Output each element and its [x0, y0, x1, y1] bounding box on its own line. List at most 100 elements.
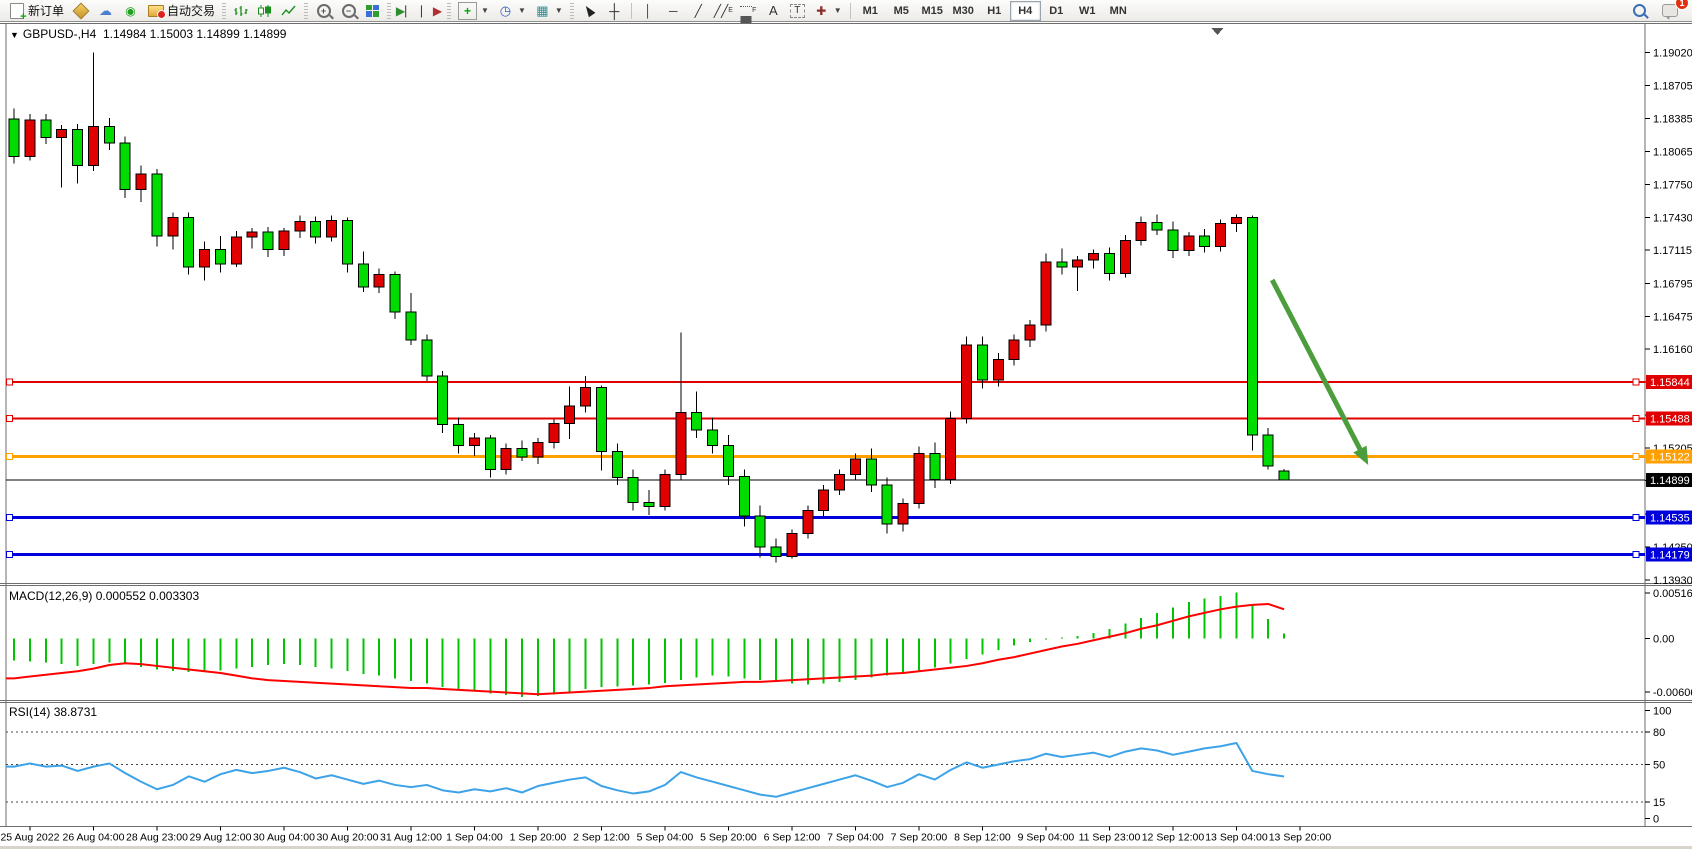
price-axis: 1.190201.187051.183851.180651.177501.174…: [1645, 48, 1692, 587]
vertical-line-icon: │: [640, 3, 657, 19]
macd-values: 0.000552 0.003303: [96, 589, 199, 603]
tf-h4[interactable]: H4: [1010, 1, 1041, 21]
svg-text:1.15844: 1.15844: [1650, 377, 1690, 389]
tf-m30[interactable]: M30: [948, 1, 979, 21]
zoom-out-button[interactable]: −: [336, 1, 361, 21]
trend-arrow-annotation[interactable]: [1272, 280, 1368, 465]
toolbar-grip: [447, 3, 451, 19]
line-chart-button[interactable]: [277, 1, 301, 21]
svg-text:1.18705: 1.18705: [1653, 80, 1692, 92]
arrows-button[interactable]: ✚▼: [809, 1, 846, 21]
svg-text:8 Sep 12:00: 8 Sep 12:00: [954, 832, 1011, 844]
collapse-icon[interactable]: ▼: [10, 30, 19, 40]
tf-m1[interactable]: M1: [855, 1, 886, 21]
svg-text:15: 15: [1653, 797, 1665, 809]
svg-text:1.16160: 1.16160: [1653, 344, 1692, 356]
chevron-down-icon: ▼: [518, 6, 526, 15]
styler-button[interactable]: [68, 1, 93, 21]
svg-text:50: 50: [1653, 760, 1665, 772]
macd-indicator-label: MACD(12,26,9) 0.000552 0.003303: [9, 589, 199, 603]
search-button[interactable]: [1629, 1, 1650, 21]
svg-text:1.19020: 1.19020: [1653, 48, 1692, 60]
signals-button[interactable]: ◉: [118, 1, 143, 21]
channel-icon: ╱╱E: [715, 3, 732, 19]
vertical-line-button[interactable]: │: [636, 1, 661, 21]
rsi-line: [6, 743, 1284, 797]
channel-button[interactable]: ╱╱E: [711, 1, 736, 21]
chart-canvas[interactable]: 1.190201.187051.183851.180651.177501.174…: [0, 23, 1692, 849]
svg-text:7 Sep 04:00: 7 Sep 04:00: [827, 832, 884, 844]
svg-text:29 Aug 12:00: 29 Aug 12:00: [190, 832, 252, 844]
clock-icon: ◷: [497, 3, 514, 19]
tf-mn[interactable]: MN: [1103, 1, 1134, 21]
svg-text:13 Sep 20:00: 13 Sep 20:00: [1269, 832, 1332, 844]
text-label-button[interactable]: T: [786, 1, 809, 21]
periods-button[interactable]: ◷▼: [493, 1, 530, 21]
indicators-button[interactable]: +▼: [454, 1, 493, 21]
chart-shift-marker[interactable]: [1211, 28, 1223, 35]
svg-text:0: 0: [1653, 813, 1659, 825]
tile-windows-button[interactable]: [361, 1, 384, 21]
candlestick-button[interactable]: [253, 1, 277, 21]
symbol-label: GBPUSD-,H4: [23, 27, 96, 41]
rsi-indicator-label: RSI(14) 38.8731: [9, 705, 97, 719]
date-axis: 25 Aug 2022 26 Aug 04:0028 Aug 23:0029 Au…: [0, 827, 1331, 844]
svg-text:1.16475: 1.16475: [1653, 311, 1692, 323]
tf-m5[interactable]: M5: [886, 1, 917, 21]
svg-text:2 Sep 12:00: 2 Sep 12:00: [573, 832, 630, 844]
tf-m15[interactable]: M15: [917, 1, 948, 21]
auto-trading-button[interactable]: 自动交易: [143, 1, 219, 21]
notifications-button[interactable]: 1: [1658, 1, 1682, 21]
svg-text:1.17750: 1.17750: [1653, 179, 1692, 191]
svg-text:1.14899: 1.14899: [1650, 475, 1690, 487]
templates-button[interactable]: ▦▼: [530, 1, 567, 21]
svg-text:1.14535: 1.14535: [1650, 512, 1690, 524]
tf-d1[interactable]: D1: [1041, 1, 1072, 21]
svg-text:26 Aug 04:00: 26 Aug 04:00: [63, 832, 125, 844]
toolbar-separator: [850, 3, 851, 19]
text-icon: A: [765, 3, 782, 19]
new-order-button[interactable]: + 新订单: [4, 1, 68, 21]
svg-text:1.17430: 1.17430: [1653, 212, 1692, 224]
fibonacci-icon: F: [740, 3, 757, 19]
svg-text:80: 80: [1653, 727, 1665, 739]
rsi-value: 38.8731: [54, 705, 97, 719]
zoom-in-button[interactable]: +: [311, 1, 336, 21]
auto-trading-label: 自动交易: [167, 2, 215, 19]
toolbar-right: 1: [1629, 1, 1692, 21]
svg-text:0.005166: 0.005166: [1653, 588, 1692, 600]
horizontal-line-button[interactable]: ─: [661, 1, 686, 21]
svg-text:30 Aug 20:00: 30 Aug 20:00: [317, 832, 379, 844]
rsi-axis: 1008050150: [6, 706, 1671, 826]
trendline-icon: ╱: [690, 3, 707, 19]
arrows-icon: ✚: [813, 3, 830, 19]
cursor-button[interactable]: [577, 1, 602, 21]
chart-shift-button[interactable]: ⎸▶: [419, 1, 444, 21]
svg-text:1.13930: 1.13930: [1653, 575, 1692, 587]
indicators-icon: +: [458, 2, 477, 20]
search-icon: [1633, 4, 1646, 17]
macd-histogram: [14, 592, 1284, 696]
svg-text:31 Aug 12:00: 31 Aug 12:00: [380, 832, 442, 844]
horizontal-lines[interactable]: [6, 382, 1645, 555]
chart-shift-icon: ⎸▶: [423, 3, 440, 19]
trendline-button[interactable]: ╱: [686, 1, 711, 21]
chevron-down-icon: ▼: [834, 6, 842, 15]
fibonacci-button[interactable]: F: [736, 1, 761, 21]
ohlc-values: 1.14984 1.15003 1.14899 1.14899: [103, 27, 287, 41]
tf-h1[interactable]: H1: [979, 1, 1010, 21]
bar-chart-button[interactable]: [229, 1, 253, 21]
text-button[interactable]: A: [761, 1, 786, 21]
svg-text:1 Sep 04:00: 1 Sep 04:00: [446, 832, 503, 844]
tf-w1[interactable]: W1: [1072, 1, 1103, 21]
svg-text:28 Aug 23:00: 28 Aug 23:00: [126, 832, 188, 844]
candlestick-icon: [257, 4, 273, 18]
community-button[interactable]: ☁: [93, 1, 118, 21]
panel-frames: [0, 23, 1692, 827]
svg-text:1 Sep 20:00: 1 Sep 20:00: [510, 832, 567, 844]
auto-scroll-button[interactable]: ▶⎸: [394, 1, 419, 21]
signal-icon: ◉: [122, 3, 139, 19]
crosshair-button[interactable]: ┼: [602, 1, 627, 21]
line-chart-icon: [281, 4, 297, 18]
svg-text:25 Aug 2022: 25 Aug 2022: [0, 832, 59, 844]
